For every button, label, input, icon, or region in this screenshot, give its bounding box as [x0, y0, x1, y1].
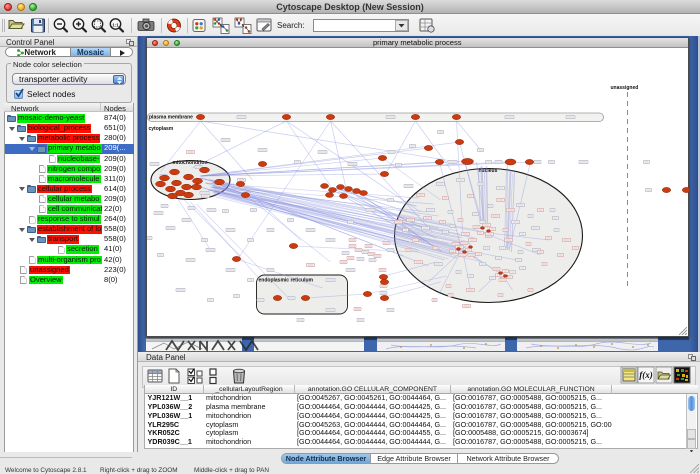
svg-text:endoplasmic reticulum: endoplasmic reticulum: [258, 278, 313, 284]
svg-text:Search:: Search:: [277, 21, 305, 30]
svg-text:cytoplasm: cytoplasm: [148, 126, 173, 132]
svg-text:f(x): f(x): [639, 370, 653, 380]
svg-text:plasma membrane: plasma membrane: [149, 115, 193, 121]
svg-text:1:1: 1:1: [112, 22, 119, 27]
svg-text:unassigned: unassigned: [610, 85, 638, 91]
